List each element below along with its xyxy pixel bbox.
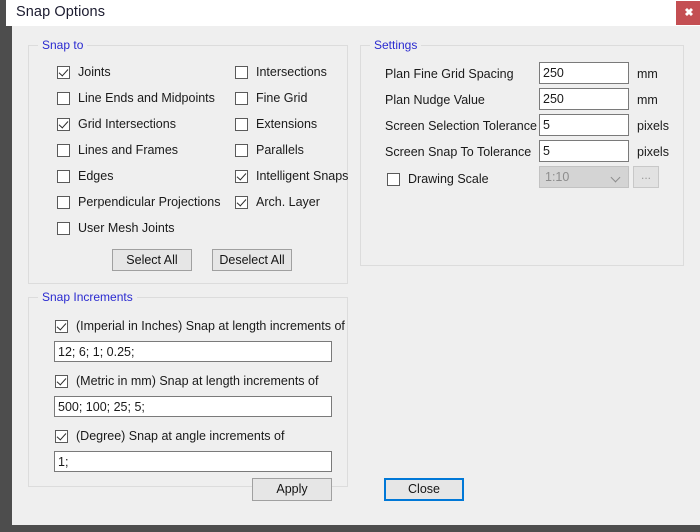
checkbox-box-icon	[235, 144, 248, 157]
window-close-button[interactable]: ✖	[676, 1, 700, 25]
checkbox-label: Line Ends and Midpoints	[78, 91, 215, 105]
checkbox-imperial-increments[interactable]: (Imperial in Inches) Snap at length incr…	[55, 318, 345, 334]
checkbox-edges[interactable]: Edges	[57, 167, 113, 185]
checkbox-label: Intelligent Snaps	[256, 169, 348, 183]
checkbox-line-ends-and-midpoints[interactable]: Line Ends and Midpoints	[57, 89, 215, 107]
unit-screen-snap-to-tolerance: pixels	[637, 145, 669, 159]
drawing-scale-select[interactable]: 1:10	[539, 166, 629, 188]
checkbox-box-icon	[57, 196, 70, 209]
close-button[interactable]: Close	[384, 478, 464, 501]
checkbox-box-icon	[55, 430, 68, 443]
checkbox-label: User Mesh Joints	[78, 221, 175, 235]
checkbox-label: Parallels	[256, 143, 304, 157]
checkbox-joints[interactable]: Joints	[57, 63, 111, 81]
checkbox-label: Grid Intersections	[78, 117, 176, 131]
drawing-scale-browse-button[interactable]: ...	[633, 166, 659, 188]
checkbox-box-icon	[57, 144, 70, 157]
checkbox-metric-increments[interactable]: (Metric in mm) Snap at length increments…	[55, 373, 318, 389]
checkbox-grid-intersections[interactable]: Grid Intersections	[57, 115, 176, 133]
unit-screen-selection-tolerance: pixels	[637, 119, 669, 133]
checkbox-extensions[interactable]: Extensions	[235, 115, 317, 133]
unit-plan-nudge-value: mm	[637, 93, 658, 107]
checkbox-degree-increments[interactable]: (Degree) Snap at angle increments of	[55, 428, 284, 444]
deselect-all-button[interactable]: Deselect All	[212, 249, 292, 271]
checkbox-label: (Metric in mm) Snap at length increments…	[76, 374, 318, 388]
snap-to-legend: Snap to	[38, 38, 87, 52]
checkbox-parallels[interactable]: Parallels	[235, 141, 304, 159]
label-screen-snap-to-tolerance: Screen Snap To Tolerance	[385, 145, 531, 159]
checkbox-label: Extensions	[256, 117, 317, 131]
drawing-scale-value: 1:10	[540, 170, 569, 184]
input-plan-fine-grid-spacing[interactable]: 250	[539, 62, 629, 84]
checkbox-label: (Degree) Snap at angle increments of	[76, 429, 284, 443]
close-icon: ✖	[676, 1, 700, 25]
checkbox-box-icon	[57, 66, 70, 79]
checkbox-perpendicular-projections[interactable]: Perpendicular Projections	[57, 193, 220, 211]
dialog-body: Snap to Joints Line Ends and Midpoints G…	[12, 26, 700, 525]
label-screen-selection-tolerance: Screen Selection Tolerance	[385, 119, 537, 133]
input-plan-nudge-value[interactable]: 250	[539, 88, 629, 110]
unit-plan-fine-grid-spacing: mm	[637, 67, 658, 81]
snap-increments-group: Snap Increments (Imperial in Inches) Sna…	[28, 297, 348, 487]
dialog-window: Snap Options ✖ Snap to Joints Line Ends …	[0, 0, 700, 532]
checkbox-box-icon	[57, 92, 70, 105]
snap-increments-legend: Snap Increments	[38, 290, 137, 304]
checkbox-label: Edges	[78, 169, 113, 183]
checkbox-box-icon	[387, 173, 400, 186]
checkbox-label: Perpendicular Projections	[78, 195, 220, 209]
apply-button[interactable]: Apply	[252, 478, 332, 501]
checkbox-intersections[interactable]: Intersections	[235, 63, 327, 81]
snap-to-group: Snap to Joints Line Ends and Midpoints G…	[28, 45, 348, 284]
checkbox-drawing-scale[interactable]: Drawing Scale	[387, 170, 489, 188]
window-title: Snap Options	[16, 4, 105, 20]
label-plan-fine-grid-spacing: Plan Fine Grid Spacing	[385, 67, 514, 81]
checkbox-box-icon	[235, 170, 248, 183]
checkbox-label: Fine Grid	[256, 91, 307, 105]
checkbox-box-icon	[57, 170, 70, 183]
checkbox-arch-layer[interactable]: Arch. Layer	[235, 193, 320, 211]
input-screen-snap-to-tolerance[interactable]: 5	[539, 140, 629, 162]
checkbox-fine-grid[interactable]: Fine Grid	[235, 89, 307, 107]
checkbox-label: Joints	[78, 65, 111, 79]
checkbox-label: Arch. Layer	[256, 195, 320, 209]
checkbox-box-icon	[235, 92, 248, 105]
chevron-down-icon	[612, 174, 620, 179]
checkbox-box-icon	[235, 196, 248, 209]
settings-group: Settings Plan Fine Grid Spacing 250 mm P…	[360, 45, 684, 266]
input-imperial-increments[interactable]: 12; 6; 1; 0.25;	[54, 341, 332, 362]
input-screen-selection-tolerance[interactable]: 5	[539, 114, 629, 136]
checkbox-lines-and-frames[interactable]: Lines and Frames	[57, 141, 178, 159]
checkbox-label: (Imperial in Inches) Snap at length incr…	[76, 319, 345, 333]
checkbox-box-icon	[55, 375, 68, 388]
checkbox-intelligent-snaps[interactable]: Intelligent Snaps	[235, 167, 348, 185]
checkbox-box-icon	[235, 66, 248, 79]
checkbox-box-icon	[235, 118, 248, 131]
checkbox-label: Lines and Frames	[78, 143, 178, 157]
checkbox-box-icon	[57, 222, 70, 235]
input-degree-increments[interactable]: 1;	[54, 451, 332, 472]
checkbox-user-mesh-joints[interactable]: User Mesh Joints	[57, 219, 175, 237]
checkbox-label: Drawing Scale	[408, 172, 489, 186]
settings-legend: Settings	[370, 38, 421, 52]
select-all-button[interactable]: Select All	[112, 249, 192, 271]
checkbox-box-icon	[55, 320, 68, 333]
label-plan-nudge-value: Plan Nudge Value	[385, 93, 485, 107]
input-metric-increments[interactable]: 500; 100; 25; 5;	[54, 396, 332, 417]
checkbox-label: Intersections	[256, 65, 327, 79]
checkbox-box-icon	[57, 118, 70, 131]
title-bar: Snap Options ✖	[6, 0, 700, 26]
